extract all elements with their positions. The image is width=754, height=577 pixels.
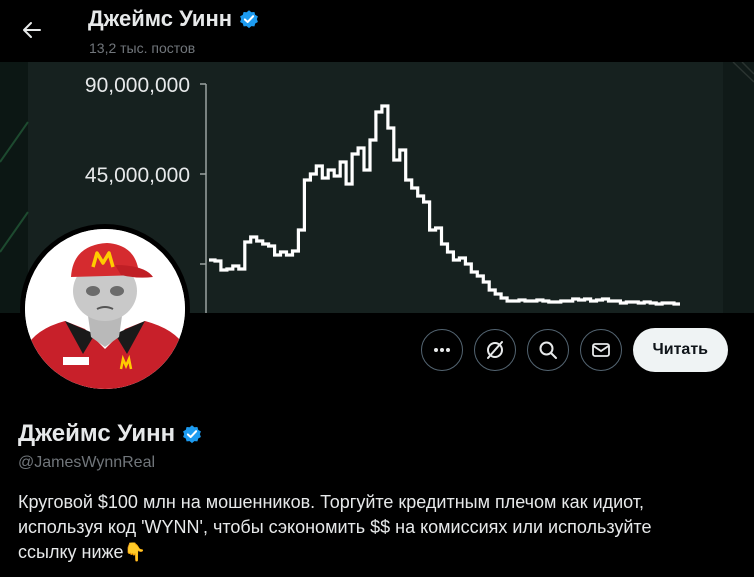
grok-button[interactable]	[473, 329, 516, 371]
bio-line: ссылку ниже👇	[18, 540, 718, 565]
avatar[interactable]	[20, 224, 190, 394]
search-icon	[539, 341, 557, 359]
verified-badge-icon[interactable]	[181, 423, 203, 445]
bio-line: Круговой $100 млн на мошенников. Торгуйт…	[18, 492, 645, 512]
grok-icon	[486, 341, 503, 359]
page-title-text: Джеймс Уинн	[88, 6, 233, 31]
profile-name: Джеймс Уинн	[18, 420, 203, 448]
more-button[interactable]	[420, 329, 463, 371]
message-button[interactable]	[579, 329, 622, 371]
search-button[interactable]	[526, 329, 569, 371]
chart-y-tick-label: 45,000,000	[85, 164, 190, 187]
back-button[interactable]	[14, 12, 50, 48]
more-dots-icon	[433, 348, 450, 352]
bio-line-text: ссылку ниже	[18, 542, 124, 562]
top-bar: Джеймс Уинн 13,2 тыс. постов	[0, 0, 754, 62]
bio-line: используя код 'WYNN', чтобы сэкономить $…	[18, 517, 652, 537]
posts-count: 13,2 тыс. постов	[89, 40, 196, 56]
avatar-image	[25, 229, 185, 389]
envelope-icon	[591, 343, 610, 357]
follow-button[interactable]: Читать	[632, 328, 728, 372]
page-title: Джеймс Уинн	[88, 6, 260, 32]
arrow-left-icon	[23, 22, 41, 38]
profile-bio: Круговой $100 млн на мошенников. Торгуйт…	[18, 490, 718, 565]
profile-actions: Читать	[420, 328, 728, 372]
chart-y-tick-label: 90,000,000	[85, 74, 190, 97]
profile-handle: @JamesWynnReal	[18, 454, 156, 471]
pointing-down-emoji: 👇	[123, 542, 146, 562]
profile-name-text: Джеймс Уинн	[18, 420, 176, 447]
verified-badge-icon	[240, 10, 258, 29]
